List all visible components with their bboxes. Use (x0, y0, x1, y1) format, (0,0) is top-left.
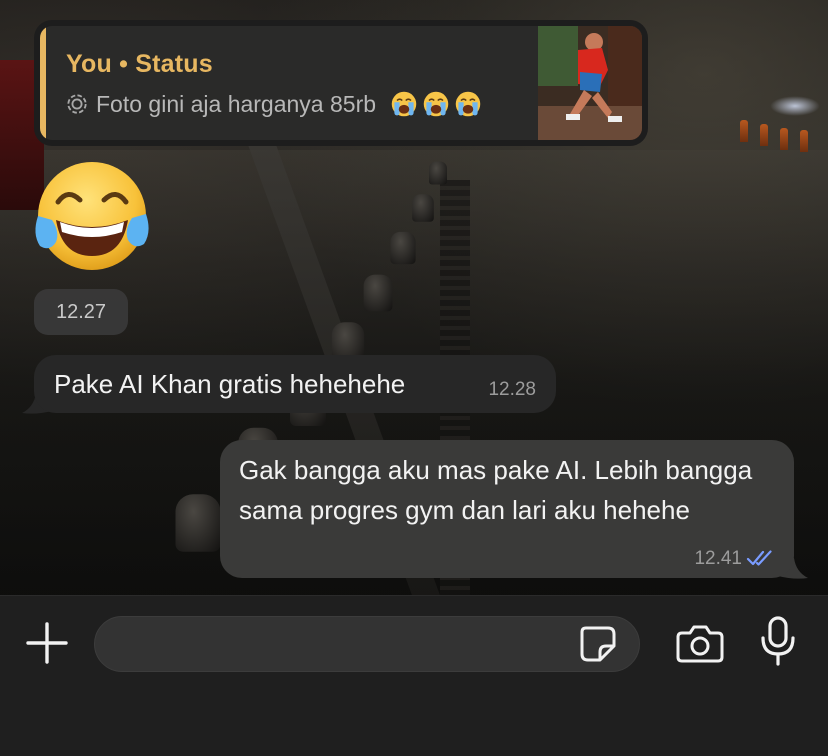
wallpaper-bollard (429, 161, 447, 185)
message-input[interactable] (94, 616, 640, 672)
quoted-status-card[interactable]: You • Status Foto gini aja harganya 85rb (34, 20, 648, 146)
crying-face-icon (423, 91, 449, 117)
wallpaper-bollard (412, 194, 434, 222)
microphone-icon[interactable] (758, 616, 798, 666)
incoming-message-bubble[interactable]: Pake AI Khan gratis hehehehe 12.28 (34, 355, 556, 413)
quoted-status-inner: You • Status Foto gini aja harganya 85rb (40, 26, 642, 140)
runner-photo-illustration (538, 26, 642, 140)
message-timestamp: 12.41 (694, 548, 742, 569)
camera-icon[interactable] (676, 621, 724, 665)
wallpaper-cone (780, 128, 788, 150)
quoted-status-body: Foto gini aja harganya 85rb (66, 90, 482, 118)
wallpaper-bollard (175, 494, 221, 552)
quote-accent-bar (40, 26, 46, 140)
wallpaper-bollard (390, 231, 416, 265)
message-text: Pake AI Khan gratis hehehehe (54, 369, 406, 399)
message-timestamp: 12.28 (488, 379, 536, 400)
message-text: Gak bangga aku mas pake AI. Lebih bangga… (239, 455, 753, 525)
plus-icon[interactable] (26, 622, 68, 664)
crying-emoji-group (390, 90, 482, 118)
sticker-icon[interactable] (578, 624, 618, 664)
status-thumbnail (538, 26, 642, 140)
time-divider: 12.27 (34, 289, 128, 335)
message-composer-bar (0, 595, 828, 756)
wallpaper-bollard (363, 274, 393, 312)
crying-face-icon (455, 91, 481, 117)
outgoing-message-bubble[interactable]: Gak bangga aku mas pake AI. Lebih bangga… (220, 440, 794, 578)
wallpaper-cone (800, 130, 808, 152)
status-ring-icon (67, 94, 87, 114)
double-check-icon (746, 550, 772, 566)
quoted-status-caption: Foto gini aja harganya 85rb (96, 90, 377, 117)
wallpaper-headlight (770, 96, 820, 116)
tears-of-joy-emoji (35, 162, 149, 270)
crying-face-icon (391, 91, 417, 117)
wallpaper-cone (740, 120, 748, 142)
quoted-status-title: You • Status (66, 50, 213, 78)
wallpaper-cone (760, 124, 768, 146)
